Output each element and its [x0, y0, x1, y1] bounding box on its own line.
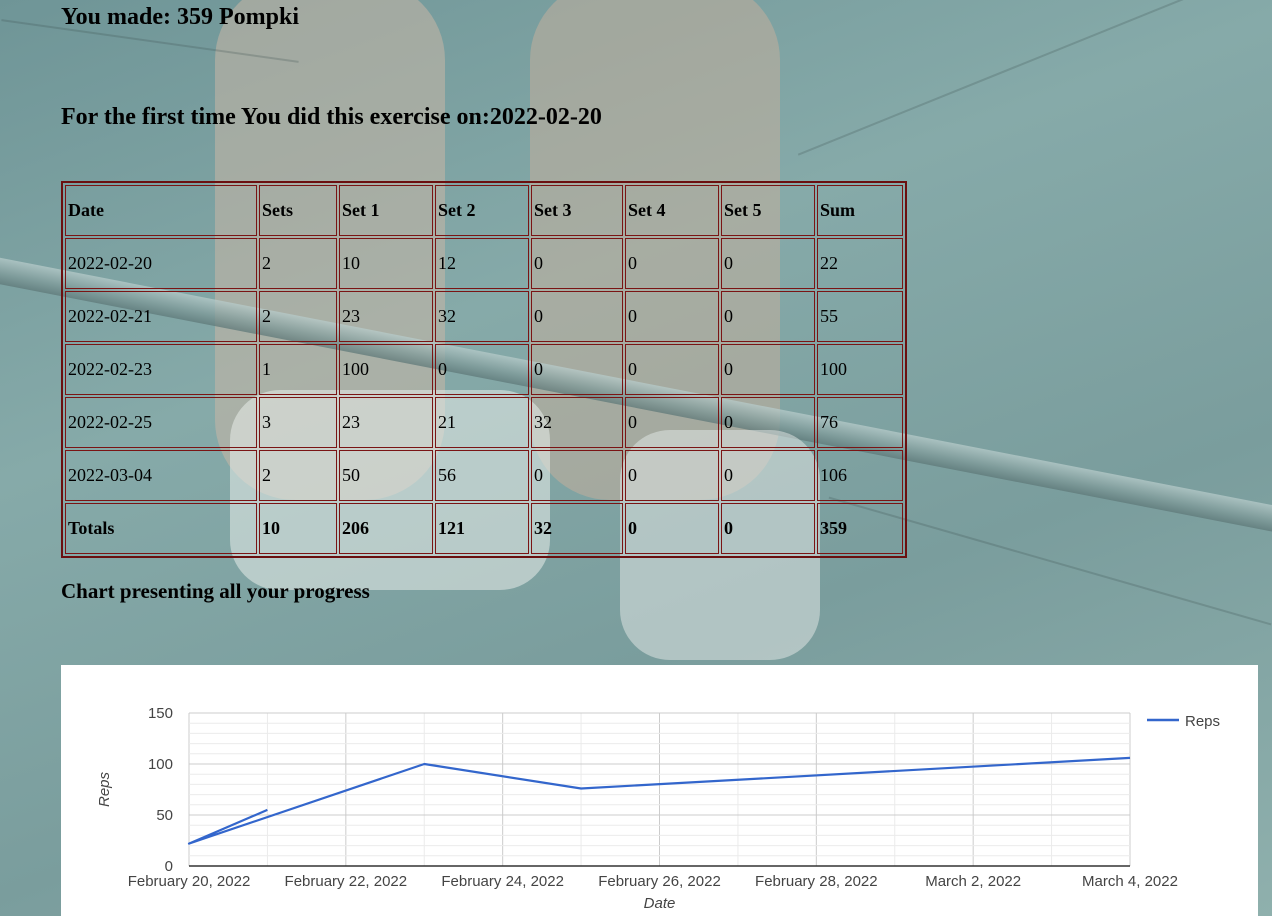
legend-label: Reps: [1185, 713, 1220, 730]
table-cell: 32: [435, 291, 529, 342]
table-cell: 0: [721, 291, 815, 342]
table-cell: 2: [259, 291, 337, 342]
y-tick-label: 150: [148, 705, 173, 722]
table-cell: 23: [339, 397, 433, 448]
y-tick-label: 50: [156, 807, 173, 824]
table-cell: 56: [435, 450, 529, 501]
table-cell: 0: [625, 397, 719, 448]
table-cell: 0: [721, 344, 815, 395]
table-cell: 100: [339, 344, 433, 395]
x-tick-label: February 24, 2022: [441, 873, 564, 890]
table-cell: 23: [339, 291, 433, 342]
x-tick-label: March 4, 2022: [1082, 873, 1178, 890]
table-cell: 0: [721, 397, 815, 448]
table-cell: 0: [531, 238, 623, 289]
table-cell: 2022-02-25: [65, 397, 257, 448]
table-row: 2022-02-25 3 23 21 32 0 0 76: [65, 397, 903, 448]
x-axis-title: Date: [644, 895, 676, 912]
table-cell: 0: [531, 291, 623, 342]
table-cell: 0: [531, 450, 623, 501]
table-cell: 0: [625, 344, 719, 395]
table-cell: 22: [817, 238, 903, 289]
table-cell: 10: [259, 503, 337, 554]
column-header: Set 2: [435, 185, 529, 236]
table-cell: 206: [339, 503, 433, 554]
table-cell: 55: [817, 291, 903, 342]
table-cell: 1: [259, 344, 337, 395]
totals-row: Totals 10 206 121 32 0 0 359: [65, 503, 903, 554]
chart-heading: Chart presenting all your progress: [61, 579, 370, 603]
chart-svg: 050100150February 20, 2022 February 22, 2…: [96, 705, 1220, 912]
table-cell: 2022-02-21: [65, 291, 257, 342]
table-cell: 3: [259, 397, 337, 448]
x-tick-label: February 20, 2022: [128, 873, 251, 890]
table-cell: 0: [625, 238, 719, 289]
table-cell: 359: [817, 503, 903, 554]
table-cell: 0: [531, 344, 623, 395]
table-cell: 2022-02-23: [65, 344, 257, 395]
table-cell: 0: [435, 344, 529, 395]
table-row: 2022-02-21 2 23 32 0 0 0 55: [65, 291, 903, 342]
column-header: Sets: [259, 185, 337, 236]
table-cell: 32: [531, 397, 623, 448]
table-cell: 0: [721, 238, 815, 289]
x-tick-label: February 22, 2022: [285, 873, 408, 890]
column-header: Set 4: [625, 185, 719, 236]
first-time-heading: For the first time You did this exercise…: [61, 104, 602, 130]
table-row: 2022-03-04 2 50 56 0 0 0 106: [65, 450, 903, 501]
column-header: Set 1: [339, 185, 433, 236]
table-cell: 0: [625, 291, 719, 342]
x-tick-label: February 28, 2022: [755, 873, 878, 890]
table-cell: 106: [817, 450, 903, 501]
table-cell: 21: [435, 397, 529, 448]
table-cell: 0: [625, 503, 719, 554]
total-reps-heading: You made: 359 Pompki: [61, 4, 300, 30]
table-cell: 121: [435, 503, 529, 554]
column-header: Date: [65, 185, 257, 236]
x-tick-label: February 26, 2022: [598, 873, 721, 890]
table-header-row: Date Sets Set 1 Set 2 Set 3 Set 4 Set 5 …: [65, 185, 903, 236]
table-cell: 0: [625, 450, 719, 501]
x-tick-label: March 2, 2022: [925, 873, 1021, 890]
table-row: 2022-02-20 2 10 12 0 0 0 22: [65, 238, 903, 289]
table-cell: 50: [339, 450, 433, 501]
column-header: Set 5: [721, 185, 815, 236]
table-cell: 2022-03-04: [65, 450, 257, 501]
table-cell: Totals: [65, 503, 257, 554]
progress-chart[interactable]: 0 50 100 150 February 20, 2022 February 22, 2…: [61, 665, 1258, 916]
table-cell: 10: [339, 238, 433, 289]
table-cell: 2: [259, 450, 337, 501]
y-axis-title: Reps: [96, 771, 113, 807]
table-cell: 0: [721, 503, 815, 554]
table-cell: 2: [259, 238, 337, 289]
column-header: Sum: [817, 185, 903, 236]
column-header: Set 3: [531, 185, 623, 236]
table-cell: 12: [435, 238, 529, 289]
table-cell: 32: [531, 503, 623, 554]
y-tick-label: 100: [148, 756, 173, 773]
table-cell: 2022-02-20: [65, 238, 257, 289]
table-cell: 100: [817, 344, 903, 395]
table-cell: 76: [817, 397, 903, 448]
table-row: 2022-02-23 1 100 0 0 0 0 100: [65, 344, 903, 395]
workout-log-table: Date Sets Set 1 Set 2 Set 3 Set 4 Set 5 …: [61, 181, 907, 558]
table-cell: 0: [721, 450, 815, 501]
